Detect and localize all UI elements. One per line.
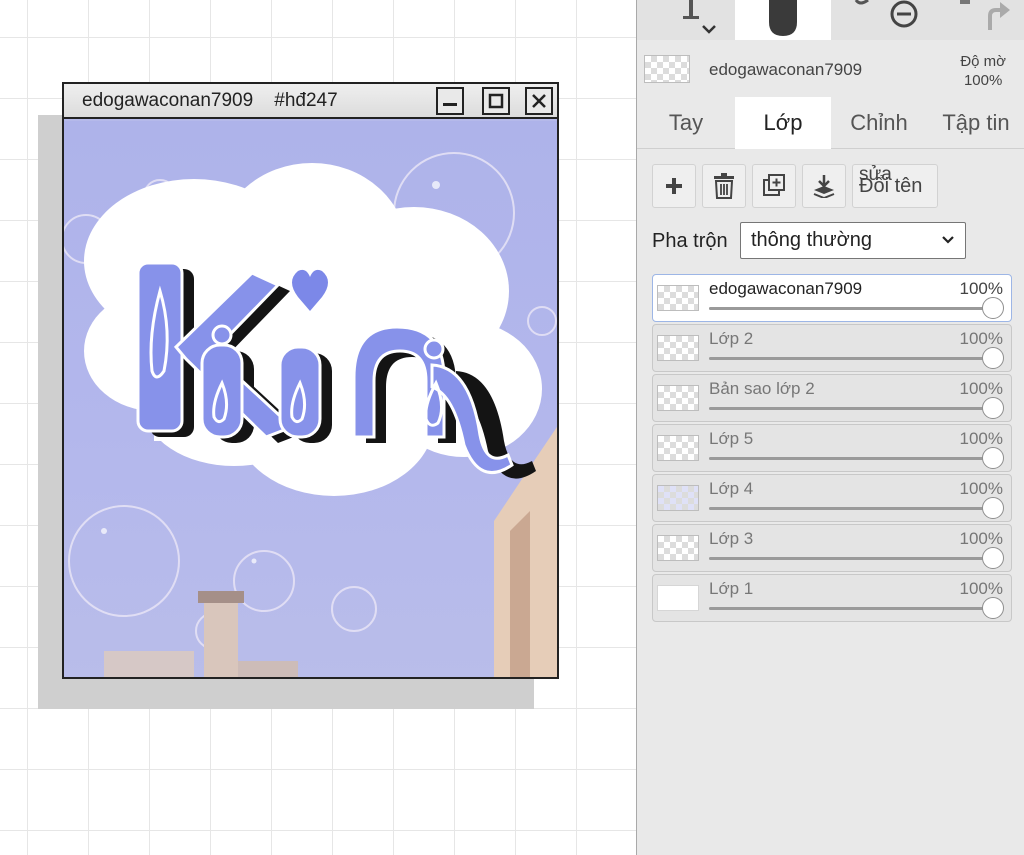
layer-row[interactable]: Lớp 2 100% (652, 324, 1012, 372)
artwork-window-titlebar: edogawaconan7909 #hđ247 (64, 84, 557, 119)
tab-chinh[interactable]: Chỉnh (831, 97, 927, 149)
layers-panel: edogawaconan7909 Độ mờ 100% Tay Lớp Chỉn… (636, 0, 1024, 855)
slider-handle[interactable] (982, 347, 1004, 369)
hand-tool-button[interactable] (735, 0, 831, 40)
merge-down-icon (813, 175, 835, 198)
layer-name: Lớp 1 (709, 579, 754, 598)
redo-icon (960, 0, 1010, 30)
layer-row[interactable]: Lớp 4 100% (652, 474, 1012, 522)
layer-opacity: 100% (959, 529, 1003, 548)
artwork-scene (64, 152, 557, 677)
layer-list: edogawaconan7909 100% Lớp 2 100% Bản sao… (652, 274, 1012, 624)
add-layer-button[interactable] (652, 164, 696, 208)
text-tool-button[interactable] (657, 0, 733, 40)
trash-icon (714, 173, 734, 199)
duplicate-icon (763, 174, 785, 196)
layer-name: Bản sao lớp 2 (709, 379, 815, 398)
rename-layer-button[interactable]: sửa Đổi tên (852, 164, 938, 208)
layer-name: Lớp 2 (709, 329, 754, 348)
slider-handle[interactable] (982, 547, 1004, 569)
layer-thumbnail (657, 285, 699, 311)
layer-row[interactable]: Lớp 1 100% (652, 574, 1012, 622)
layer-thumbnail (657, 335, 699, 361)
layer-name: edogawaconan7909 (709, 279, 863, 298)
slider-handle[interactable] (982, 497, 1004, 519)
maximize-icon (482, 87, 510, 115)
layer-opacity-slider[interactable] (709, 547, 1004, 569)
slider-handle[interactable] (982, 597, 1004, 619)
artwork-window-title: edogawaconan7909 #hđ247 (82, 89, 338, 111)
zoom-out-icon (854, 0, 918, 28)
layer-row[interactable]: Lớp 5 100% (652, 424, 1012, 472)
minimize-icon (436, 87, 464, 115)
plus-icon (666, 178, 682, 194)
blend-mode-select[interactable]: thông thường (740, 222, 966, 259)
layer-row[interactable]: edogawaconan7909 100% (652, 274, 1012, 322)
layer-thumbnail (657, 435, 699, 461)
current-layer-name: edogawaconan7909 (709, 60, 863, 79)
chevron-down-icon (942, 236, 954, 244)
hand-icon (769, 0, 797, 36)
layer-name: Lớp 3 (709, 529, 754, 548)
layer-opacity-slider[interactable] (709, 447, 1004, 469)
artwork-image (64, 121, 557, 677)
layer-name: Lớp 4 (709, 479, 754, 498)
layer-opacity-slider[interactable] (709, 397, 1004, 419)
slider-handle[interactable] (982, 447, 1004, 469)
tab-tap-tin[interactable]: Tập tin (927, 97, 1024, 149)
text-cursor-icon (683, 0, 716, 34)
layer-thumbnail (657, 535, 699, 561)
artwork-canvas[interactable]: edogawaconan7909 #hđ247 (62, 82, 559, 679)
blend-mode-row: Pha trộn thông thường (637, 222, 1024, 260)
duplicate-layer-button[interactable] (752, 164, 796, 208)
merge-down-button[interactable] (802, 164, 846, 208)
tab-lop[interactable]: Lớp (735, 97, 831, 149)
tab-tay[interactable]: Tay (637, 97, 735, 149)
layer-opacity-slider[interactable] (709, 597, 1004, 619)
layer-opacity-slider[interactable] (709, 297, 1004, 319)
layer-thumbnail (657, 385, 699, 411)
slider-handle[interactable] (982, 297, 1004, 319)
canvas-area[interactable]: edogawaconan7909 #hđ247 (0, 0, 636, 855)
layer-thumbnail (657, 585, 699, 611)
layer-tools: sửa Đổi tên (637, 162, 1024, 210)
layer-opacity: 100% (959, 279, 1003, 298)
slider-handle[interactable] (982, 397, 1004, 419)
current-layer-opacity[interactable]: Độ mờ 100% (960, 52, 1006, 90)
close-icon (525, 87, 553, 115)
layer-opacity: 100% (959, 329, 1003, 348)
layer-opacity-slider[interactable] (709, 497, 1004, 519)
layer-name: Lớp 5 (709, 429, 754, 448)
top-toolbar (637, 0, 1024, 40)
layer-opacity: 100% (959, 379, 1003, 398)
blend-mode-label: Pha trộn (652, 230, 728, 252)
panel-tabs: Tay Lớp Chỉnh Tập tin (637, 97, 1024, 149)
zoom-out-button[interactable] (841, 0, 931, 40)
current-layer-thumbnail (644, 55, 690, 83)
layer-opacity: 100% (959, 579, 1003, 598)
delete-layer-button[interactable] (702, 164, 746, 208)
layer-row[interactable]: Lớp 3 100% (652, 524, 1012, 572)
layer-thumbnail (657, 485, 699, 511)
layer-opacity: 100% (959, 429, 1003, 448)
layer-opacity: 100% (959, 479, 1003, 498)
layer-opacity-slider[interactable] (709, 347, 1004, 369)
current-layer-info: edogawaconan7909 Độ mờ 100% (637, 40, 1024, 96)
layer-row[interactable]: Bản sao lớp 2 100% (652, 374, 1012, 422)
redo-button[interactable] (941, 0, 1021, 40)
